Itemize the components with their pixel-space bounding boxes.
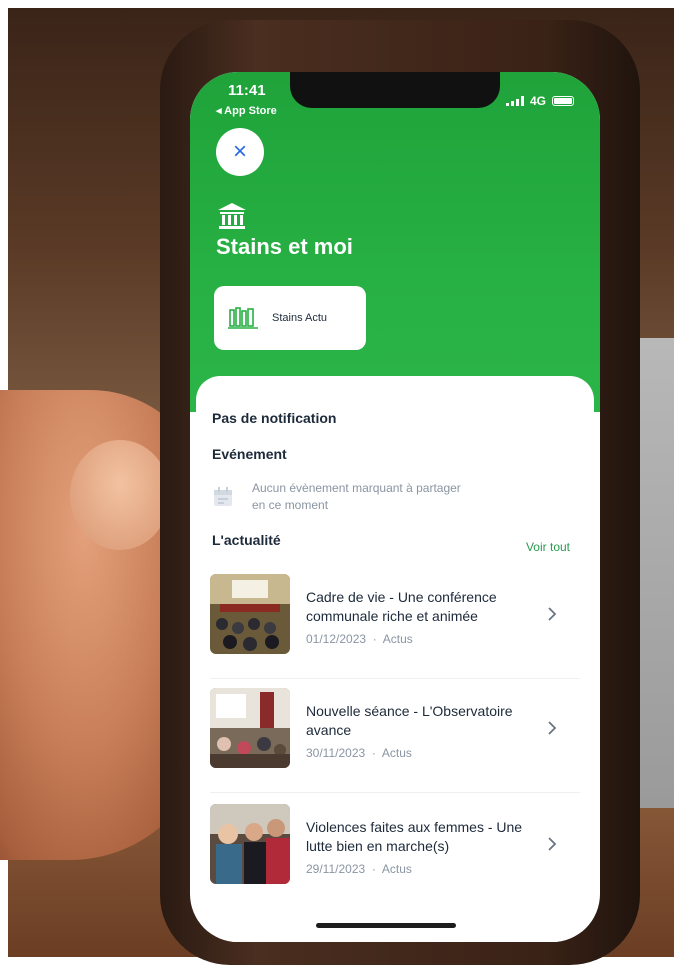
close-button[interactable]: × bbox=[216, 128, 264, 176]
news-item-title: Violences faites aux femmes - Une lutte … bbox=[306, 819, 523, 854]
back-to-app-store[interactable]: ◂ App Store bbox=[216, 104, 277, 117]
calendar-icon bbox=[214, 487, 232, 506]
notch bbox=[290, 72, 500, 108]
network-type: 4G bbox=[529, 94, 546, 108]
news-thumbnail bbox=[210, 804, 290, 884]
divider bbox=[210, 792, 580, 793]
app-title: Stains et moi bbox=[216, 234, 353, 259]
news-item-category: Actus bbox=[381, 862, 412, 876]
news-item-date: 29/11/2023 bbox=[306, 862, 366, 876]
chevron-right-icon bbox=[548, 607, 557, 621]
news-item-date: 01/12/2023 bbox=[306, 632, 367, 646]
library-icon bbox=[228, 307, 258, 329]
home-indicator[interactable] bbox=[316, 923, 456, 928]
content-sheet: Pas de notification Evénement Aucun évèn… bbox=[196, 376, 594, 942]
news-thumbnail bbox=[210, 574, 290, 654]
news-item-title: Cadre de vie - Une conférence communale … bbox=[306, 589, 497, 624]
bank-icon bbox=[218, 203, 246, 229]
chevron-right-icon bbox=[548, 837, 557, 851]
divider bbox=[210, 678, 580, 679]
news-item[interactable]: Nouvelle séance - L'Observatoire avance … bbox=[210, 688, 578, 774]
chevron-right-icon bbox=[548, 721, 557, 735]
news-item-date: 30/11/2023 bbox=[306, 746, 366, 760]
battery-icon bbox=[552, 96, 574, 106]
meta-separator: · bbox=[371, 746, 376, 760]
meta-separator: · bbox=[371, 862, 376, 876]
news-item-meta: 01/12/2023 · Actus bbox=[306, 632, 413, 646]
status-indicators: 4G bbox=[505, 94, 574, 108]
status-time: 11:41 bbox=[228, 82, 266, 99]
chip-label: Stains Actu bbox=[272, 312, 328, 324]
news-item-category: Actus bbox=[381, 746, 412, 760]
notifications-title: Pas de notification bbox=[212, 410, 337, 426]
events-empty-text: Aucun évènement marquant à partager en c… bbox=[252, 481, 461, 512]
events-title: Evénement bbox=[212, 446, 287, 462]
events-empty-state: Aucun évènement marquant à partager en c… bbox=[212, 480, 472, 514]
news-item-title: Nouvelle séance - L'Observatoire avance bbox=[306, 703, 513, 738]
news-item[interactable]: Cadre de vie - Une conférence communale … bbox=[210, 574, 578, 660]
meta-separator: · bbox=[372, 632, 377, 646]
signal-icon bbox=[505, 96, 524, 106]
news-title: L'actualité bbox=[212, 532, 281, 548]
news-thumbnail bbox=[210, 688, 290, 768]
news-item-category: Actus bbox=[382, 632, 413, 646]
thumb bbox=[70, 440, 170, 550]
see-all-link[interactable]: Voir tout bbox=[526, 540, 570, 554]
close-icon: × bbox=[232, 138, 247, 165]
news-item[interactable]: Violences faites aux femmes - Une lutte … bbox=[210, 804, 578, 890]
phone-screen: 11:41 ◂ App Store 4G × Stains et moi Sta… bbox=[190, 72, 600, 942]
news-item-meta: 29/11/2023 · Actus bbox=[306, 862, 412, 876]
news-item-meta: 30/11/2023 · Actus bbox=[306, 746, 412, 760]
stains-actu-shortcut[interactable]: Stains Actu bbox=[214, 286, 366, 350]
